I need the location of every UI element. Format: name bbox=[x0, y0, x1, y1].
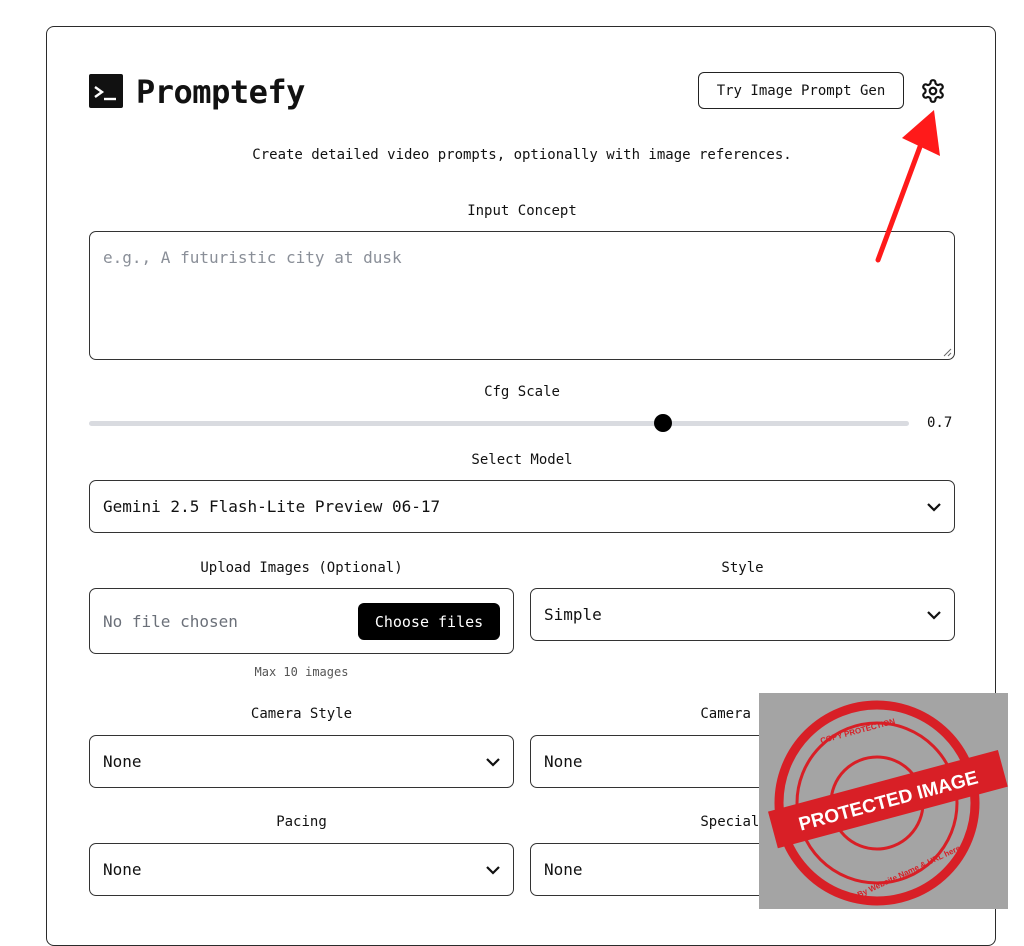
upload-hint: Max 10 images bbox=[254, 665, 349, 679]
choose-files-button[interactable]: Choose files bbox=[358, 603, 500, 640]
chevron-down-icon bbox=[927, 610, 941, 620]
header: Promptefy Try Image Prompt Gen bbox=[89, 72, 955, 112]
brand-title: Promptefy bbox=[136, 73, 305, 111]
file-status-text: No file chosen bbox=[103, 612, 238, 631]
camera-style-select[interactable]: None bbox=[89, 735, 514, 788]
red-arrow-annotation bbox=[875, 110, 940, 263]
try-image-prompt-gen-button[interactable]: Try Image Prompt Gen bbox=[698, 72, 904, 109]
protected-image-stamp: PROTECTED IMAGE COPY PROTECTION By Websi… bbox=[759, 693, 1008, 909]
concept-textarea[interactable]: e.g., A futuristic city at dusk bbox=[89, 231, 955, 360]
style-select-value: Simple bbox=[544, 605, 602, 624]
select-model-label: Select Model bbox=[471, 452, 573, 468]
resize-grip-icon[interactable] bbox=[942, 347, 952, 357]
pacing-label: Pacing bbox=[276, 814, 327, 830]
upload-images-label: Upload Images (Optional) bbox=[200, 560, 403, 576]
model-select-value: Gemini 2.5 Flash-Lite Preview 06-17 bbox=[103, 497, 441, 516]
gear-icon[interactable] bbox=[920, 78, 946, 104]
cfg-scale-label: Cfg Scale bbox=[484, 384, 560, 400]
pacing-select-value: None bbox=[103, 860, 142, 879]
input-concept-label: Input Concept bbox=[467, 203, 577, 219]
style-label: Style bbox=[721, 560, 764, 576]
camera-direction-select-value: None bbox=[544, 752, 583, 771]
terminal-icon bbox=[89, 74, 123, 108]
cfg-scale-value: 0.7 bbox=[927, 415, 953, 431]
chevron-down-icon bbox=[486, 757, 500, 767]
cfg-scale-slider-thumb[interactable] bbox=[654, 414, 672, 432]
chevron-down-icon bbox=[486, 865, 500, 875]
camera-style-label: Camera Style bbox=[250, 706, 353, 722]
chevron-down-icon bbox=[927, 502, 941, 512]
pacing-select[interactable]: None bbox=[89, 843, 514, 896]
model-select[interactable]: Gemini 2.5 Flash-Lite Preview 06-17 bbox=[89, 480, 955, 533]
page-subtitle: Create detailed video prompts, optionall… bbox=[252, 147, 792, 163]
special-effects-select-value: None bbox=[544, 860, 583, 879]
concept-placeholder: e.g., A futuristic city at dusk bbox=[103, 248, 402, 267]
file-upload-input[interactable]: No file chosen Choose files bbox=[89, 588, 514, 654]
camera-style-select-value: None bbox=[103, 752, 142, 771]
style-select[interactable]: Simple bbox=[530, 588, 955, 641]
cfg-scale-slider[interactable] bbox=[89, 414, 909, 432]
